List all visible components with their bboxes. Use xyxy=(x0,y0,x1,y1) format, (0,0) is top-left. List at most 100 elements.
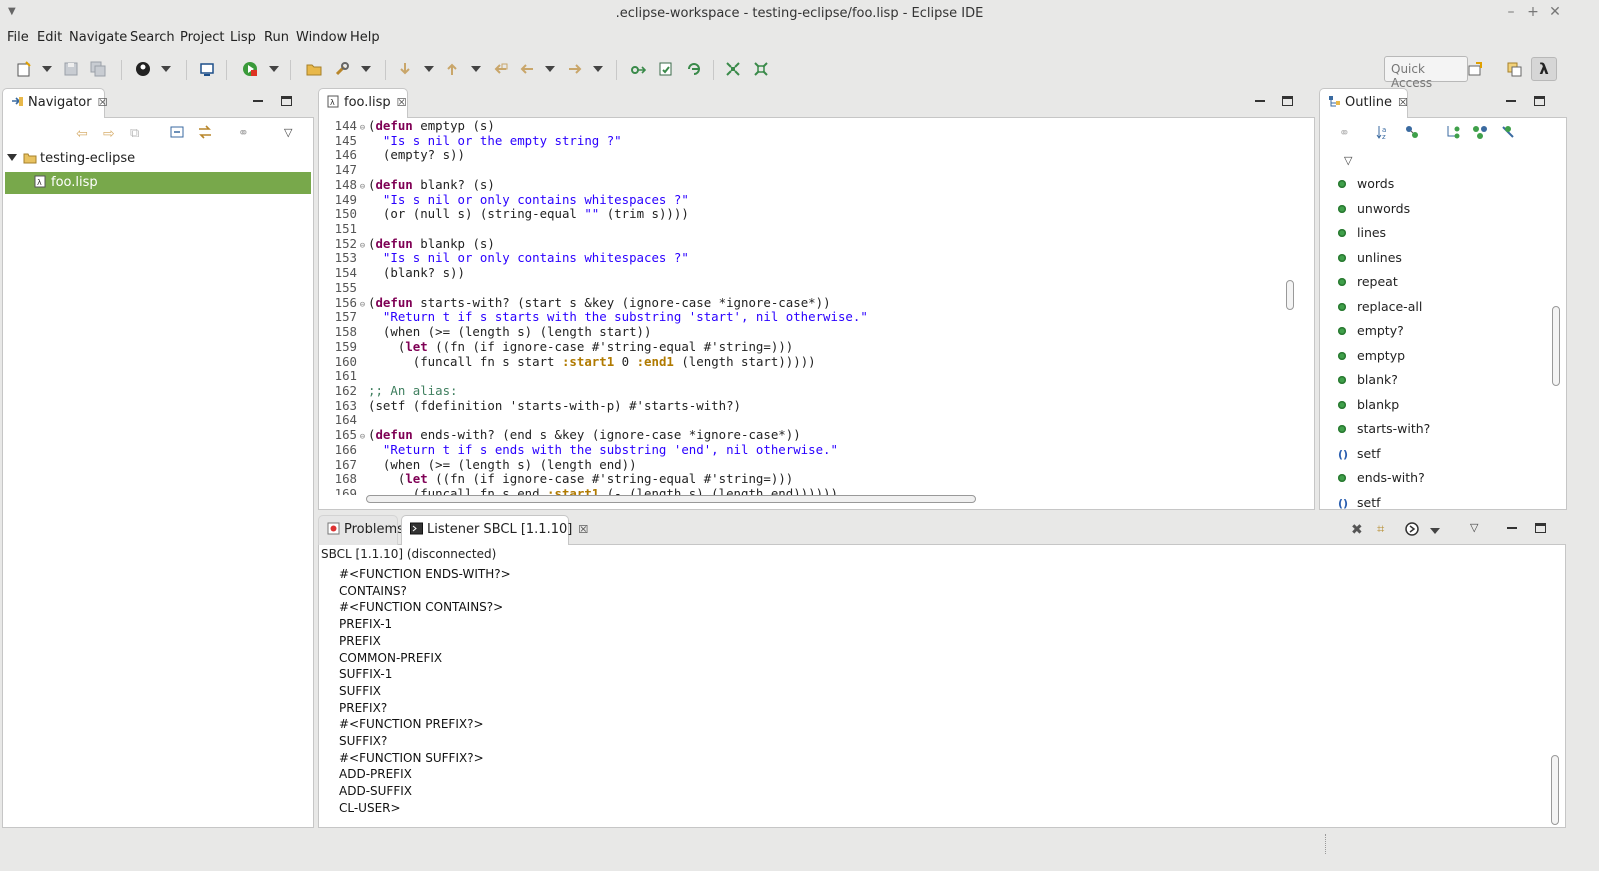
display-dropdown-icon[interactable] xyxy=(1430,528,1440,534)
tree-item-file[interactable]: λ foo.lisp xyxy=(5,172,311,194)
outline-item[interactable]: ends-with? xyxy=(1338,470,1425,492)
code-line[interactable]: 149 "Is s nil or only contains whitespac… xyxy=(320,192,689,208)
outline-item[interactable]: repeat xyxy=(1338,274,1398,296)
connect-icon[interactable] xyxy=(629,60,647,78)
quick-access-input[interactable]: Quick Access xyxy=(1384,56,1468,90)
outline-item[interactable]: blankp xyxy=(1338,397,1399,419)
tab-listener[interactable]: Listener SBCL [1.1.10] ☒ xyxy=(401,515,588,545)
code-line[interactable]: 145 "Is s nil or the empty string ?" xyxy=(320,133,622,149)
code-line[interactable]: 159 (let ((fn (if ignore-case #'string-e… xyxy=(320,339,794,355)
code-line[interactable]: 162 ;; An alias: xyxy=(320,383,458,399)
resource-perspective-icon[interactable] xyxy=(1505,60,1523,78)
up-icon[interactable]: ⧉ xyxy=(130,126,139,141)
outline-item[interactable]: () setf xyxy=(1338,495,1381,517)
collapse-all-icon[interactable] xyxy=(170,125,184,143)
listener-scrollbar[interactable] xyxy=(1551,755,1559,825)
code-line[interactable]: 154 (blank? s)) xyxy=(320,265,465,281)
outline-item[interactable]: emptyp xyxy=(1338,348,1405,370)
minimize-view-icon[interactable] xyxy=(253,100,263,102)
tools-dropdown-icon[interactable] xyxy=(361,66,371,72)
code-line[interactable]: 146 (empty? s)) xyxy=(320,148,465,163)
code-line[interactable]: 165 ⊖ (defun ends-with? (end s &key (ignor… xyxy=(320,427,801,443)
menu-window[interactable]: Window xyxy=(296,30,347,45)
outline-item[interactable]: blank? xyxy=(1338,372,1398,394)
next-annotation-icon[interactable] xyxy=(396,60,414,78)
minimize-window-icon[interactable]: – xyxy=(1502,4,1520,20)
back-icon[interactable] xyxy=(518,60,536,78)
menu-help[interactable]: Help xyxy=(350,30,380,45)
code-line[interactable]: 167 (when (>= (length s) (length end)) xyxy=(320,457,637,473)
console-icon[interactable] xyxy=(198,60,216,78)
next-annotation-dropdown-icon[interactable] xyxy=(424,66,434,72)
menu-project[interactable]: Project xyxy=(180,30,224,45)
new-dropdown-icon[interactable] xyxy=(42,66,52,72)
hide-static-icon[interactable] xyxy=(1445,124,1461,144)
code-line[interactable]: 158 (when (>= (length s) (length start)) xyxy=(320,324,652,340)
tab-problems[interactable]: Problems xyxy=(318,515,404,545)
close-icon[interactable]: ☒ xyxy=(98,96,108,109)
run-dropdown-icon[interactable] xyxy=(269,66,279,72)
menu-edit[interactable]: Edit xyxy=(37,30,62,45)
focus-icon[interactable]: ⚭ xyxy=(1339,126,1350,141)
editor-horizontal-scrollbar[interactable] xyxy=(366,495,976,503)
outline-item[interactable]: unwords xyxy=(1338,201,1410,223)
prev-annotation-icon[interactable] xyxy=(443,60,461,78)
code-line[interactable]: 156 ⊖ (defun starts-with? (start s &key (i… xyxy=(320,295,831,311)
lisp-perspective-icon[interactable]: λ xyxy=(1531,57,1557,81)
run-icon[interactable] xyxy=(241,60,259,78)
outline-item[interactable]: lines xyxy=(1338,225,1386,247)
remove-icon[interactable]: ✖ xyxy=(1351,522,1363,538)
view-menu-icon[interactable]: ▽ xyxy=(284,126,292,139)
expand-triangle-icon[interactable] xyxy=(7,154,17,161)
code-line[interactable]: 160 (funcall fn s start :start1 0 :end1 … xyxy=(320,354,816,370)
outline-item[interactable]: () setf xyxy=(1338,446,1381,468)
minimize-view-icon[interactable] xyxy=(1507,527,1517,529)
open-perspective-icon[interactable] xyxy=(1466,60,1484,78)
sort-az-icon[interactable]: az xyxy=(1376,124,1392,144)
view-menu-icon[interactable]: ▽ xyxy=(1470,521,1478,534)
outline-item[interactable]: unlines xyxy=(1338,250,1402,272)
save-all-icon[interactable] xyxy=(89,60,107,78)
open-folder-icon[interactable] xyxy=(305,60,323,78)
tab-foo-lisp[interactable]: λ foo.lisp ☒ xyxy=(318,88,408,118)
close-icon[interactable]: ☒ xyxy=(1398,96,1408,109)
code-editor[interactable]: 144 ⊖ (defun emptyp (s) 145 "Is s nil or th… xyxy=(320,119,1288,495)
code-line[interactable]: 147 xyxy=(320,162,368,178)
link-with-editor-icon[interactable] xyxy=(197,125,213,143)
last-edit-icon[interactable] xyxy=(491,60,509,78)
pin-icon[interactable]: ⌗ xyxy=(1377,522,1384,537)
outline-item[interactable]: replace-all xyxy=(1338,299,1422,321)
hide-nonpublic-icon[interactable] xyxy=(1472,124,1488,144)
code-line[interactable]: 155 xyxy=(320,280,368,296)
filter-icon[interactable]: ⚭ xyxy=(238,126,249,141)
code-line[interactable]: 166 "Return t if s ends with the substri… xyxy=(320,442,838,458)
close-window-icon[interactable]: ✕ xyxy=(1546,4,1564,20)
code-line[interactable]: 168 (let ((fn (if ignore-case #'string-e… xyxy=(320,471,794,487)
code-line[interactable]: 169 (funcall fn s end :start1 (- (length… xyxy=(320,486,838,495)
menu-run[interactable]: Run xyxy=(264,30,289,45)
code-line[interactable]: 157 "Return t if s starts with the subst… xyxy=(320,310,868,325)
outline-item[interactable]: words xyxy=(1338,176,1394,198)
close-icon[interactable]: ☒ xyxy=(397,96,407,109)
maximize-view-icon[interactable] xyxy=(1535,523,1546,533)
code-line[interactable]: 152 ⊖ (defun blankp (s) xyxy=(320,236,495,252)
maximize-view-icon[interactable] xyxy=(281,96,292,106)
minimize-view-icon[interactable] xyxy=(1506,100,1516,102)
load-file-icon[interactable] xyxy=(657,60,675,78)
minimize-editor-icon[interactable] xyxy=(1255,100,1265,102)
outline-scrollbar[interactable] xyxy=(1552,306,1560,386)
new-icon[interactable] xyxy=(15,60,33,78)
profile-dropdown-icon[interactable] xyxy=(161,66,171,72)
hide-local-types-icon[interactable] xyxy=(1500,124,1516,144)
maximize-editor-icon[interactable] xyxy=(1282,96,1293,106)
compile-icon[interactable] xyxy=(685,60,703,78)
hide-fields-icon[interactable] xyxy=(1404,124,1420,144)
forward-dropdown-icon[interactable] xyxy=(593,66,603,72)
forward-icon[interactable] xyxy=(566,60,584,78)
collapse-icon[interactable] xyxy=(752,60,770,78)
tree-item-project[interactable]: testing-eclipse xyxy=(7,148,307,170)
code-line[interactable]: 161 xyxy=(320,369,368,384)
close-icon[interactable]: ☒ xyxy=(578,523,588,536)
maximize-view-icon[interactable] xyxy=(1534,96,1545,106)
display-selected-icon[interactable] xyxy=(1404,521,1420,541)
